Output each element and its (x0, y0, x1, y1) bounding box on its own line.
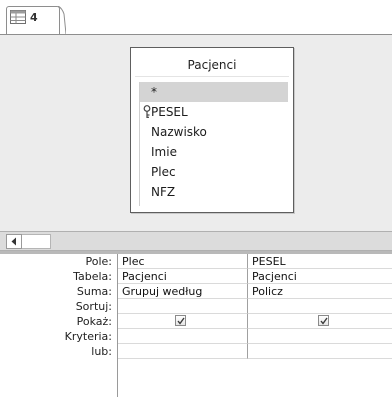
field-item-all[interactable]: * (140, 82, 288, 102)
field-label: Plec (151, 165, 176, 179)
horizontal-scrollbar[interactable] (0, 231, 392, 251)
field-label: PESEL (151, 105, 188, 119)
field-list: * PESEL Nazwisko Imie Plec NFZ (139, 82, 288, 206)
row-label-table: Tabela: (73, 270, 112, 283)
grid-cell-field[interactable]: Plec (118, 254, 248, 269)
scroll-thumb[interactable] (22, 234, 51, 249)
field-item-pesel[interactable]: PESEL (140, 102, 288, 122)
grid-cell-show (118, 314, 248, 329)
field-label: Nazwisko (151, 125, 207, 139)
grid-cell-table[interactable]: Pacjenci (248, 269, 392, 284)
title-divider (135, 76, 289, 77)
grid-cell-show (248, 314, 392, 329)
show-checkbox[interactable] (175, 315, 186, 326)
grid-cell-sort[interactable] (118, 299, 248, 314)
field-list-window[interactable]: Pacjenci * PESEL Nazwisko Imie Plec NFZ (130, 47, 294, 213)
query-design-grid: Pole: Tabela: Suma: Sortuj: Pokaż: Kryte… (0, 254, 392, 397)
primary-key-icon (143, 105, 151, 118)
tab-title: 4 (30, 11, 38, 24)
row-label-field: Pole: (85, 255, 112, 268)
field-label: Imie (151, 145, 177, 159)
grid-cell-total[interactable]: Policz (248, 284, 392, 299)
query-icon (10, 10, 26, 24)
field-list-title[interactable]: Pacjenci (131, 58, 293, 72)
query-design-area[interactable]: Pacjenci * PESEL Nazwisko Imie Plec NFZ (0, 34, 392, 231)
row-label-sort: Sortuj: (75, 300, 112, 313)
row-label-or: lub: (91, 345, 112, 358)
show-checkbox[interactable] (318, 315, 329, 326)
checkmark-icon (177, 317, 185, 325)
tab-slope (57, 6, 66, 34)
grid-cell-table[interactable]: Pacjenci (118, 269, 248, 284)
row-label-criteria: Kryteria: (64, 330, 112, 343)
field-item-nfz[interactable]: NFZ (140, 182, 288, 202)
field-item-plec[interactable]: Plec (140, 162, 288, 182)
scroll-left-button[interactable] (6, 234, 22, 249)
chevron-left-icon (11, 237, 16, 246)
grid-cell-or[interactable] (118, 344, 248, 359)
grid-cell-or[interactable] (248, 344, 392, 359)
row-label-total: Suma: (76, 285, 112, 298)
field-item-imie[interactable]: Imie (140, 142, 288, 162)
grid-cell-criteria[interactable] (248, 329, 392, 344)
grid-cell-field[interactable]: PESEL (248, 254, 392, 269)
grid-cell-criteria[interactable] (118, 329, 248, 344)
grid-cell-total[interactable]: Grupuj według (118, 284, 248, 299)
field-item-nazwisko[interactable]: Nazwisko (140, 122, 288, 142)
field-label: NFZ (151, 185, 176, 199)
grid-cell-sort[interactable] (248, 299, 392, 314)
checkmark-icon (320, 317, 328, 325)
field-label: * (151, 85, 157, 99)
document-tab-strip: 4 (0, 0, 392, 35)
row-label-show: Pokaż: (76, 315, 112, 328)
